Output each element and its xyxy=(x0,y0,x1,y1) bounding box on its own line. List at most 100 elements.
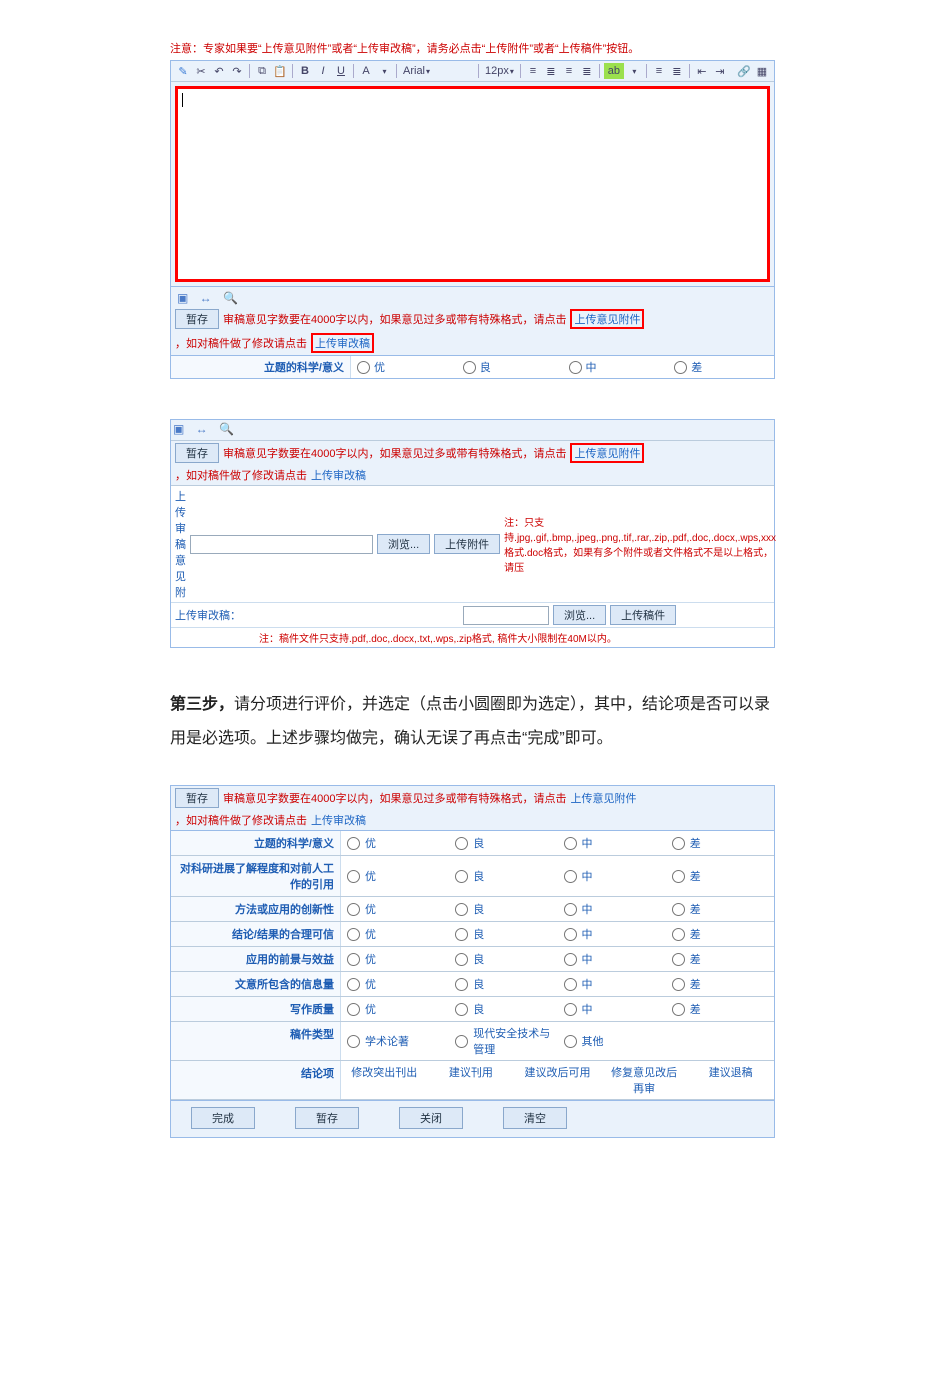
upload-opinion-link[interactable]: 上传意见附件 xyxy=(574,314,640,326)
eval-radio[interactable] xyxy=(672,928,685,941)
list-ol-icon[interactable]: ≡ xyxy=(651,63,667,79)
hint-text-a: 审稿意见字数要在4000字以内，如果意见过多或带有特殊格式，请点击 xyxy=(223,311,566,327)
eval-radio[interactable] xyxy=(564,978,577,991)
eval-radio[interactable] xyxy=(455,1003,468,1016)
step3-text: 请分项进行评价，并选定（点击小圆圈即为选定），其中，结论项是否可以录用是必选项。… xyxy=(170,696,770,747)
align-right-icon[interactable]: ≡ xyxy=(561,63,577,79)
eval-radio[interactable] xyxy=(672,903,685,916)
upload-opinion-link-3[interactable]: 上传意见附件 xyxy=(570,790,636,806)
editor-textarea[interactable] xyxy=(176,87,769,281)
eval-radio[interactable] xyxy=(564,953,577,966)
align-justify-icon[interactable]: ≣ xyxy=(579,63,595,79)
eval-radio[interactable] xyxy=(347,953,360,966)
type-opt-1-label: 学术论著 xyxy=(365,1033,409,1049)
list-ul-icon[interactable]: ≣ xyxy=(669,63,685,79)
align-left-icon[interactable]: ≡ xyxy=(525,63,541,79)
rating-opt-2[interactable] xyxy=(463,361,476,374)
eval-opt-label: 中 xyxy=(582,901,593,917)
browse-button-1[interactable]: 浏览... xyxy=(377,534,430,554)
upload-revision-link[interactable]: 上传审改稿 xyxy=(315,338,370,350)
hint3-a: 审稿意见字数要在4000字以内，如果意见过多或带有特殊格式，请点击 xyxy=(223,790,566,806)
concl-opt-1[interactable]: 修改突出刊出 xyxy=(341,1061,428,1099)
link-icon[interactable]: 🔗 xyxy=(736,63,752,79)
rich-text-editor: ✎ ✂ ↶ ↷ ⧉ 📋 B I U A Arial 12px ≡ ≣ ≡ ≣ a xyxy=(170,60,775,287)
eval-radio[interactable] xyxy=(455,870,468,883)
clear-button[interactable]: 清空 xyxy=(503,1107,567,1129)
undo-icon[interactable]: ↶ xyxy=(211,63,227,79)
underline-icon[interactable]: U xyxy=(333,63,349,79)
highlight-icon[interactable]: ab xyxy=(604,63,624,79)
highlight-drop-icon[interactable] xyxy=(626,63,642,79)
close-button[interactable]: 关闭 xyxy=(399,1107,463,1129)
eval-type-row: 稿件类型 学术论著 现代安全技术与管理 其他 xyxy=(171,1022,774,1061)
upload-attach-label: 上传审稿意见附 xyxy=(175,488,186,600)
eval-radio[interactable] xyxy=(347,1003,360,1016)
save-button[interactable]: 暂存 xyxy=(175,309,219,329)
font-size-select[interactable]: 12px xyxy=(483,65,516,77)
concl-opt-2[interactable]: 建议刊用 xyxy=(428,1061,515,1099)
italic-icon[interactable]: I xyxy=(315,63,331,79)
eval-radio[interactable] xyxy=(455,928,468,941)
eval-radio[interactable] xyxy=(672,1003,685,1016)
upload-attach-button[interactable]: 上传附件 xyxy=(434,534,500,554)
upload-rev-note: 注：稿件文件只支持.pdf,.doc,.docx,.txt,.wps,.zip格… xyxy=(259,630,617,645)
eval-radio[interactable] xyxy=(347,928,360,941)
eval-radio[interactable] xyxy=(347,870,360,883)
save-button-2[interactable]: 暂存 xyxy=(175,443,219,463)
eval-opt-label: 良 xyxy=(473,926,484,942)
save-button-3[interactable]: 暂存 xyxy=(175,788,219,808)
eval-radio[interactable] xyxy=(455,978,468,991)
type-opt-2[interactable] xyxy=(455,1035,468,1048)
eval-radio[interactable] xyxy=(347,837,360,850)
type-opt-3[interactable] xyxy=(564,1035,577,1048)
paste-icon[interactable]: 📋 xyxy=(272,63,288,79)
concl-opt-5[interactable]: 建议退稿 xyxy=(687,1061,774,1099)
eval-opt-label: 差 xyxy=(690,868,701,884)
eval-radio[interactable] xyxy=(672,953,685,966)
rating-opt-1[interactable] xyxy=(357,361,370,374)
eval-radio[interactable] xyxy=(455,953,468,966)
save-button-4[interactable]: 暂存 xyxy=(295,1107,359,1129)
eval-radio[interactable] xyxy=(564,1003,577,1016)
eval-radio[interactable] xyxy=(672,978,685,991)
indent-icon[interactable]: ⇥ xyxy=(712,63,728,79)
font-color-drop-icon[interactable] xyxy=(376,63,392,79)
eval-radio[interactable] xyxy=(455,903,468,916)
eval-row: 写作质量优良中差 xyxy=(171,997,774,1022)
browse-button-2[interactable]: 浏览... xyxy=(553,605,606,625)
upload-revision-link-2[interactable]: 上传审改稿 xyxy=(311,467,366,483)
upload-revision-link-3[interactable]: 上传审改稿 xyxy=(311,812,366,828)
upload-attach-path[interactable] xyxy=(190,535,373,554)
eval-radio[interactable] xyxy=(672,837,685,850)
eval-radio[interactable] xyxy=(672,870,685,883)
eval-radio[interactable] xyxy=(347,978,360,991)
align-center-icon[interactable]: ≣ xyxy=(543,63,559,79)
concl-opt-4[interactable]: 修复意见改后再审 xyxy=(601,1061,688,1099)
eval-opt-label: 差 xyxy=(690,951,701,967)
eval-radio[interactable] xyxy=(455,837,468,850)
eval-opt-label: 优 xyxy=(365,901,376,917)
eval-row: 文意所包含的信息量优良中差 xyxy=(171,972,774,997)
redo-icon[interactable]: ↷ xyxy=(229,63,245,79)
font-family-select[interactable]: Arial xyxy=(401,65,432,77)
cut-icon[interactable]: ✂ xyxy=(193,63,209,79)
type-opt-1[interactable] xyxy=(347,1035,360,1048)
rating-opt-3[interactable] xyxy=(569,361,582,374)
source-icon[interactable]: ✎ xyxy=(175,63,191,79)
copy-icon[interactable]: ⧉ xyxy=(254,63,270,79)
font-color-icon[interactable]: A xyxy=(358,63,374,79)
bold-icon[interactable]: B xyxy=(297,63,313,79)
concl-opt-3[interactable]: 建议改后可用 xyxy=(514,1061,601,1099)
eval-radio[interactable] xyxy=(564,928,577,941)
upload-rev-path[interactable] xyxy=(463,606,549,625)
eval-radio[interactable] xyxy=(347,903,360,916)
outdent-icon[interactable]: ⇤ xyxy=(694,63,710,79)
eval-radio[interactable] xyxy=(564,837,577,850)
rating-opt-4[interactable] xyxy=(674,361,687,374)
table-icon[interactable]: ▦ xyxy=(754,63,770,79)
upload-rev-button[interactable]: 上传稿件 xyxy=(610,605,676,625)
upload-opinion-link-2[interactable]: 上传意见附件 xyxy=(574,448,640,460)
eval-radio[interactable] xyxy=(564,903,577,916)
finish-button[interactable]: 完成 xyxy=(191,1107,255,1129)
eval-radio[interactable] xyxy=(564,870,577,883)
